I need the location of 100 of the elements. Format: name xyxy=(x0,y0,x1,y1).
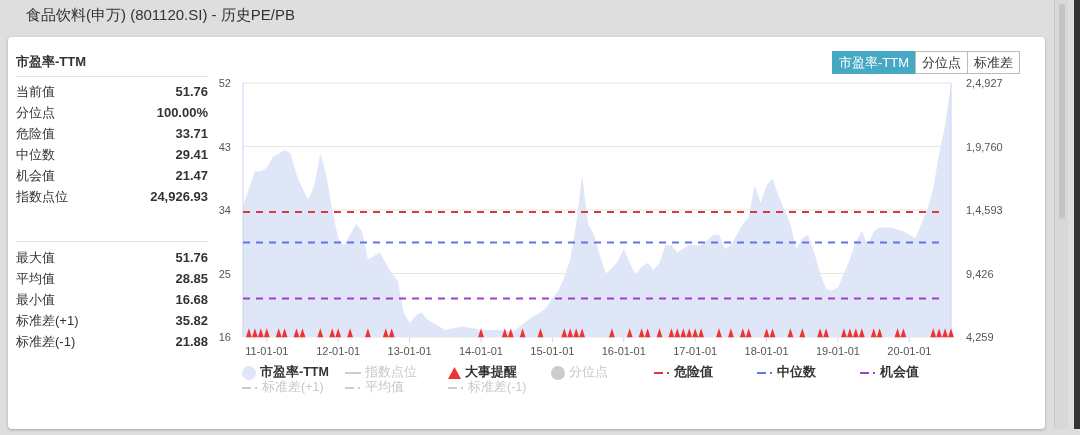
event-marker-icon[interactable] xyxy=(626,328,633,338)
event-marker-icon[interactable] xyxy=(519,328,526,338)
event-marker-icon[interactable] xyxy=(668,328,675,338)
event-marker-icon[interactable] xyxy=(335,328,342,338)
event-marker-icon[interactable] xyxy=(763,328,770,338)
stat-value: 16.68 xyxy=(175,292,208,307)
event-marker-icon[interactable] xyxy=(728,328,734,338)
y-axis-label: 52 xyxy=(218,77,231,89)
y-axis-label: 16 xyxy=(218,331,231,343)
event-marker-icon[interactable] xyxy=(870,328,877,338)
event-marker-icon[interactable] xyxy=(686,328,693,338)
event-marker-icon[interactable] xyxy=(948,328,954,338)
event-marker-icon[interactable] xyxy=(894,328,901,338)
x-axis-label: 18-01-01 xyxy=(744,345,789,357)
event-marker-icon[interactable] xyxy=(382,328,389,338)
event-marker-icon[interactable] xyxy=(365,328,371,338)
event-marker-icon[interactable] xyxy=(799,328,806,338)
event-marker-icon[interactable] xyxy=(847,328,853,338)
event-marker-icon[interactable] xyxy=(680,328,687,338)
event-marker-icon[interactable] xyxy=(388,328,395,338)
event-marker-icon[interactable] xyxy=(567,328,574,338)
event-marker-icon[interactable] xyxy=(900,328,907,338)
event-marker-icon[interactable] xyxy=(745,328,752,338)
event-marker-icon[interactable] xyxy=(329,328,336,338)
event-marker-icon[interactable] xyxy=(930,328,937,338)
event-marker-icon[interactable] xyxy=(716,328,722,338)
event-marker-icon[interactable] xyxy=(936,328,942,338)
event-marker-icon[interactable] xyxy=(692,328,699,338)
stat-label: 机会值 xyxy=(16,166,55,185)
x-axis-label: 11-01-01 xyxy=(245,345,289,357)
stat-label: 平均值 xyxy=(16,269,55,288)
x-axis-label: 14-01-01 xyxy=(458,345,503,357)
y-axis-label: 1,4,593 xyxy=(966,204,1003,216)
stat-label: 最小值 xyxy=(16,290,55,309)
event-marker-icon[interactable] xyxy=(252,328,258,338)
event-marker-icon[interactable] xyxy=(263,328,270,338)
event-marker-icon[interactable] xyxy=(507,328,514,338)
stat-label: 指数点位 xyxy=(16,187,68,206)
stat-label: 分位点 xyxy=(16,103,55,122)
event-marker-icon[interactable] xyxy=(638,328,645,338)
stat-value: 35.82 xyxy=(175,313,208,328)
stat-value: 28.85 xyxy=(175,271,208,286)
event-marker-icon[interactable] xyxy=(579,328,585,338)
legend-label[interactable]: 机会值 xyxy=(880,364,919,381)
event-marker-icon[interactable] xyxy=(281,328,288,338)
event-marker-icon[interactable] xyxy=(817,328,823,338)
event-marker-icon[interactable] xyxy=(537,328,544,338)
y-axis-label: 9,426 xyxy=(966,267,994,280)
event-marker-icon[interactable] xyxy=(739,328,746,338)
event-marker-icon[interactable] xyxy=(246,328,252,338)
event-marker-icon[interactable] xyxy=(561,328,568,338)
event-marker-icon[interactable] xyxy=(644,328,651,338)
y-axis-label: 1,9,760 xyxy=(966,140,1003,153)
event-marker-icon[interactable] xyxy=(347,328,353,338)
event-marker-icon[interactable] xyxy=(299,328,306,338)
event-marker-icon[interactable] xyxy=(823,328,829,338)
event-marker-icon[interactable] xyxy=(858,328,865,338)
event-marker-icon[interactable] xyxy=(769,328,776,338)
event-marker-icon[interactable] xyxy=(876,328,883,338)
event-marker-icon[interactable] xyxy=(674,328,681,338)
stat-label: 标准差(-1) xyxy=(16,332,76,351)
event-marker-icon[interactable] xyxy=(841,328,847,338)
event-marker-icon[interactable] xyxy=(293,328,300,338)
event-marker-icon[interactable] xyxy=(275,328,282,338)
event-marker-icon[interactable] xyxy=(942,328,948,338)
x-axis-label: 19-01-01 xyxy=(815,345,860,357)
event-marker-icon[interactable] xyxy=(787,328,794,338)
chart-tab[interactable]: 分位点 xyxy=(915,51,968,74)
stat-value: 51.76 xyxy=(175,84,208,99)
legend-label[interactable]: 危险值 xyxy=(674,364,713,381)
stat-label: 标准差(+1) xyxy=(16,311,79,330)
x-axis-label: 20-01-01 xyxy=(887,345,932,357)
stat-value: 21.88 xyxy=(175,334,208,349)
stat-label: 中位数 xyxy=(16,145,55,164)
panel-title: 市盈率-TTM xyxy=(16,51,208,77)
event-marker-icon[interactable] xyxy=(656,328,663,338)
y-axis-label: 34 xyxy=(218,204,231,216)
event-marker-icon[interactable] xyxy=(609,328,615,338)
stat-value: 29.41 xyxy=(175,147,208,162)
y-axis-label: 2,4,927 xyxy=(966,77,1003,89)
event-marker-icon[interactable] xyxy=(698,328,704,338)
event-marker-icon[interactable] xyxy=(852,328,859,338)
stat-label: 当前值 xyxy=(16,82,55,101)
stat-label: 危险值 xyxy=(16,124,55,143)
stat-value: 33.71 xyxy=(175,126,208,141)
event-marker-icon[interactable] xyxy=(573,328,580,338)
event-marker-icon[interactable] xyxy=(501,328,508,338)
legend-label[interactable]: 市盈率-TTM xyxy=(260,364,329,381)
window-title: 食品饮料(申万) (801120.SI) - 历史PE/PB xyxy=(25,5,296,25)
x-axis-label: 13-01-01 xyxy=(387,345,432,357)
legend-label[interactable]: 中位数 xyxy=(777,364,816,381)
legend-label[interactable]: 大事提醒 xyxy=(465,364,517,381)
y-axis-label: 43 xyxy=(218,140,231,153)
chart-tab[interactable]: 标准差 xyxy=(967,51,1020,74)
y-axis-label: 25 xyxy=(218,267,231,280)
event-marker-icon[interactable] xyxy=(478,328,484,338)
stat-value: 100.00% xyxy=(156,105,208,120)
event-marker-icon[interactable] xyxy=(317,328,324,338)
event-marker-icon[interactable] xyxy=(257,328,264,338)
stat-value: 24,926.93 xyxy=(150,189,208,204)
